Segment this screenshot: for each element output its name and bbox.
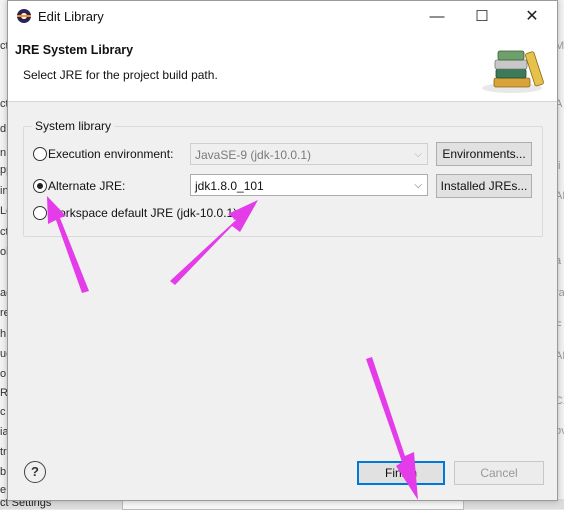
alternate-jre-radio[interactable] (33, 179, 47, 193)
workspace-default-label: Workspace default JRE (jdk-10.0.1) (48, 206, 238, 220)
banner-title: JRE System Library (15, 43, 134, 57)
maximize-button[interactable]: ☐ (460, 1, 504, 32)
edit-library-dialog: Edit Library — ☐ ✕ JRE System Library Se… (7, 0, 558, 501)
banner-description: Select JRE for the project build path. (23, 68, 218, 82)
bg-fragment: b (0, 466, 7, 478)
help-icon[interactable]: ? (24, 461, 46, 483)
environments-button[interactable]: Environments... (436, 142, 532, 166)
execution-environment-select[interactable]: JavaSE-9 (jdk-10.0.1) ⌵ (190, 143, 428, 165)
bg-fragment: n (0, 147, 7, 159)
execution-environment-label: Execution environment: (48, 147, 174, 161)
library-books-icon (482, 50, 544, 93)
execution-environment-radio[interactable] (33, 147, 47, 161)
title-bar: Edit Library — ☐ ✕ (8, 1, 557, 32)
alternate-jre-value: jdk1.8.0_101 (195, 179, 264, 193)
chevron-down-icon: ⌵ (414, 149, 422, 160)
bg-fragment: d (0, 123, 7, 135)
alternate-jre-label: Alternate JRE: (48, 179, 126, 193)
bg-fragment: tr (0, 446, 7, 458)
minimize-button[interactable]: — (415, 1, 459, 32)
alternate-jre-select[interactable]: jdk1.8.0_101 ⌵ (190, 174, 428, 196)
bg-fragment: o (0, 368, 7, 380)
dialog-banner: JRE System Library Select JRE for the pr… (8, 32, 557, 102)
execution-environment-value: JavaSE-9 (jdk-10.0.1) (195, 148, 312, 162)
installed-jres-button[interactable]: Installed JREs... (436, 174, 532, 198)
bg-fragment: e (0, 484, 7, 496)
close-button[interactable]: ✕ (510, 1, 554, 32)
finish-button[interactable]: Finish (357, 461, 445, 485)
workspace-default-radio[interactable] (33, 206, 47, 220)
bg-fragment: h (0, 328, 7, 340)
eclipse-icon (17, 9, 31, 23)
chevron-down-icon: ⌵ (414, 180, 422, 191)
window-title: Edit Library (38, 9, 104, 24)
bg-fragment: c (0, 406, 6, 418)
cancel-button[interactable]: Cancel (454, 461, 544, 485)
group-label: System library (32, 119, 115, 133)
